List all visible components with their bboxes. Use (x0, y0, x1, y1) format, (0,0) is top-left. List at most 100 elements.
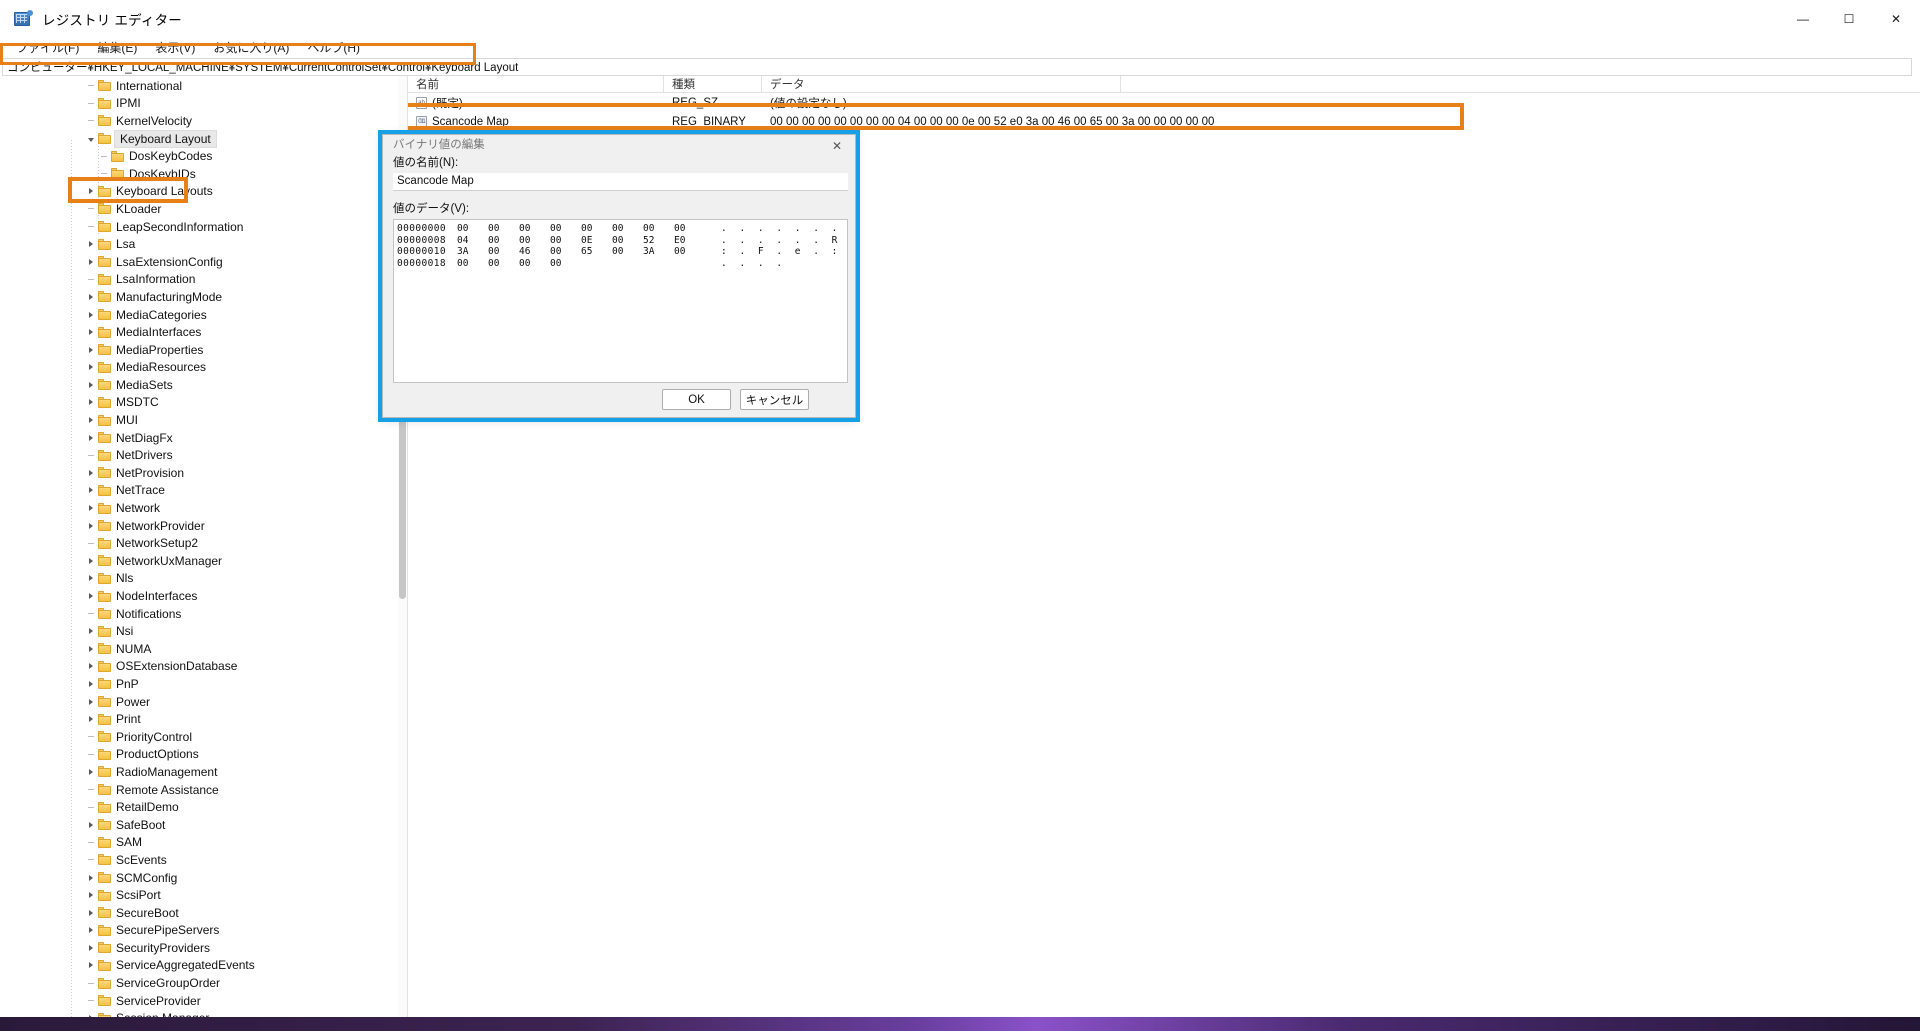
column-header-name[interactable]: 名前 (408, 76, 664, 93)
chevron-right-icon[interactable] (84, 628, 98, 634)
tree-item-productoptions[interactable]: ProductOptions (0, 746, 407, 764)
tree-item-networksetup2[interactable]: NetworkSetup2 (0, 534, 407, 552)
tree-item-msdtc[interactable]: MSDTC (0, 394, 407, 412)
tree-item-retaildemo[interactable]: RetailDemo (0, 798, 407, 816)
chevron-right-icon[interactable] (84, 382, 98, 388)
tree-item-prioritycontrol[interactable]: PriorityControl (0, 728, 407, 746)
chevron-right-icon[interactable] (84, 347, 98, 353)
tree-item-doskeybcodes[interactable]: DosKeybCodes (0, 147, 407, 165)
tree-item-kloader[interactable]: KLoader (0, 200, 407, 218)
tree-item-sam[interactable]: SAM (0, 834, 407, 852)
tree-item-scmconfig[interactable]: SCMConfig (0, 869, 407, 887)
column-header-data[interactable]: データ (762, 76, 1121, 93)
tree-item-networkprovider[interactable]: NetworkProvider (0, 517, 407, 535)
registry-path-input[interactable]: コンピューター¥HKEY_LOCAL_MACHINE¥SYSTEM¥Curren… (2, 58, 1912, 76)
chevron-right-icon[interactable] (84, 435, 98, 441)
cancel-button[interactable]: キャンセル (740, 389, 809, 411)
tree-item-ipmi[interactable]: IPMI (0, 95, 407, 113)
tree-item-notifications[interactable]: Notifications (0, 605, 407, 623)
chevron-right-icon[interactable] (84, 417, 98, 423)
hex-data-editor[interactable]: 00000000 00 00 00 00 00 00 00 00. . . . . . . .0… (393, 218, 848, 383)
registry-key-tree[interactable]: International IPMI KernelVelocity Keyboard … (0, 76, 408, 1020)
tree-item-scevents[interactable]: ScEvents (0, 851, 407, 869)
tree-item-doskeybids[interactable]: DosKeybIDs (0, 165, 407, 183)
menu-help[interactable]: ヘルプ(H) (299, 38, 370, 58)
chevron-right-icon[interactable] (84, 558, 98, 564)
hex-row[interactable]: 00000000 00 00 00 00 00 00 00 00. . . . . . . . (397, 223, 847, 235)
chevron-right-icon[interactable] (84, 875, 98, 881)
chevron-right-icon[interactable] (84, 945, 98, 951)
chevron-right-icon[interactable] (84, 364, 98, 370)
edit-binary-value-dialog[interactable]: バイナリ値の編集 ✕ 値の名前(N): Scancode Map 値のデータ(V… (382, 134, 856, 418)
hex-row[interactable]: 00000018 00 00 00 00 . . . . (397, 257, 847, 269)
tree-item-netdiagfx[interactable]: NetDiagFx (0, 429, 407, 447)
column-header-type[interactable]: 種類 (664, 76, 762, 93)
tree-item-numa[interactable]: NUMA (0, 640, 407, 658)
tree-item-kernelvelocity[interactable]: KernelVelocity (0, 112, 407, 130)
value-name-input[interactable]: Scancode Map (393, 172, 848, 191)
tree-item-lsaextensionconfig[interactable]: LsaExtensionConfig (0, 253, 407, 271)
chevron-right-icon[interactable] (84, 312, 98, 318)
close-button[interactable]: ✕ (1872, 0, 1920, 38)
tree-item-netprovision[interactable]: NetProvision (0, 464, 407, 482)
chevron-right-icon[interactable] (84, 329, 98, 335)
tree-item-serviceaggregatedevents[interactable]: ServiceAggregatedEvents (0, 957, 407, 975)
menu-favorites[interactable]: お気に入り(A) (205, 38, 299, 58)
menu-file[interactable]: ファイル(F) (8, 38, 89, 58)
tree-item-print[interactable]: Print (0, 710, 407, 728)
tree-item-network[interactable]: Network (0, 499, 407, 517)
tree-item-keyboard-layout[interactable]: Keyboard Layout (0, 129, 407, 148)
tree-item-securityproviders[interactable]: SecurityProviders (0, 939, 407, 957)
tree-item-nsi[interactable]: Nsi (0, 622, 407, 640)
hex-row[interactable]: 00000008 04 00 00 00 0E 00 52 E0 . . . . . . R à (397, 234, 847, 246)
chevron-right-icon[interactable] (84, 699, 98, 705)
maximize-button[interactable]: ☐ (1826, 0, 1872, 38)
tree-item-safeboot[interactable]: SafeBoot (0, 816, 407, 834)
chevron-right-icon[interactable] (84, 505, 98, 511)
tree-item-mediaresources[interactable]: MediaResources (0, 359, 407, 377)
tree-item-serviceprovider[interactable]: ServiceProvider (0, 992, 407, 1010)
tree-item-mediasets[interactable]: MediaSets (0, 376, 407, 394)
chevron-right-icon[interactable] (84, 910, 98, 916)
chevron-right-icon[interactable] (84, 487, 98, 493)
chevron-right-icon[interactable] (84, 892, 98, 898)
chevron-right-icon[interactable] (84, 575, 98, 581)
tree-item-nettrace[interactable]: NetTrace (0, 482, 407, 500)
tree-item-networkuxmanager[interactable]: NetworkUxManager (0, 552, 407, 570)
chevron-right-icon[interactable] (84, 593, 98, 599)
tree-item-radiomanagement[interactable]: RadioManagement (0, 763, 407, 781)
chevron-right-icon[interactable] (84, 646, 98, 652)
value-row[interactable]: ab (既定) REG_SZ (値の設定なし) (408, 93, 1920, 112)
tree-item-keyboard-layouts[interactable]: Keyboard Layouts (0, 183, 407, 201)
tree-item-power[interactable]: Power (0, 693, 407, 711)
chevron-right-icon[interactable] (84, 927, 98, 933)
chevron-right-icon[interactable] (84, 470, 98, 476)
chevron-right-icon[interactable] (84, 188, 98, 194)
tree-item-pnp[interactable]: PnP (0, 675, 407, 693)
chevron-right-icon[interactable] (84, 399, 98, 405)
chevron-right-icon[interactable] (84, 241, 98, 247)
hex-row[interactable]: 00000010 3A 00 46 00 65 00 3A 00: . F . e . : . (397, 246, 847, 258)
tree-item-mediacategories[interactable]: MediaCategories (0, 306, 407, 324)
chevron-right-icon[interactable] (84, 962, 98, 968)
minimize-button[interactable]: — (1780, 0, 1826, 38)
ok-button[interactable]: OK (662, 389, 731, 411)
tree-item-mediainterfaces[interactable]: MediaInterfaces (0, 323, 407, 341)
tree-item-lsainformation[interactable]: LsaInformation (0, 271, 407, 289)
tree-item-nodeinterfaces[interactable]: NodeInterfaces (0, 587, 407, 605)
chevron-right-icon[interactable] (84, 294, 98, 300)
tree-item-netdrivers[interactable]: NetDrivers (0, 446, 407, 464)
chevron-right-icon[interactable] (84, 716, 98, 722)
tree-item-securepipeservers[interactable]: SecurePipeServers (0, 922, 407, 940)
tree-item-osextensiondatabase[interactable]: OSExtensionDatabase (0, 658, 407, 676)
chevron-right-icon[interactable] (84, 822, 98, 828)
value-row[interactable]: 011 Scancode Map REG_BINARY 00 00 00 00 00 … (408, 112, 1920, 131)
tree-item-mui[interactable]: MUI (0, 411, 407, 429)
tree-item-servicegrouporder[interactable]: ServiceGroupOrder (0, 974, 407, 992)
chevron-right-icon[interactable] (84, 681, 98, 687)
chevron-right-icon[interactable] (84, 769, 98, 775)
tree-item-scsiport[interactable]: ScsiPort (0, 886, 407, 904)
chevron-down-icon[interactable] (84, 136, 98, 142)
tree-item-leapsecondinformation[interactable]: LeapSecondInformation (0, 218, 407, 236)
tree-item-nls[interactable]: Nls (0, 570, 407, 588)
